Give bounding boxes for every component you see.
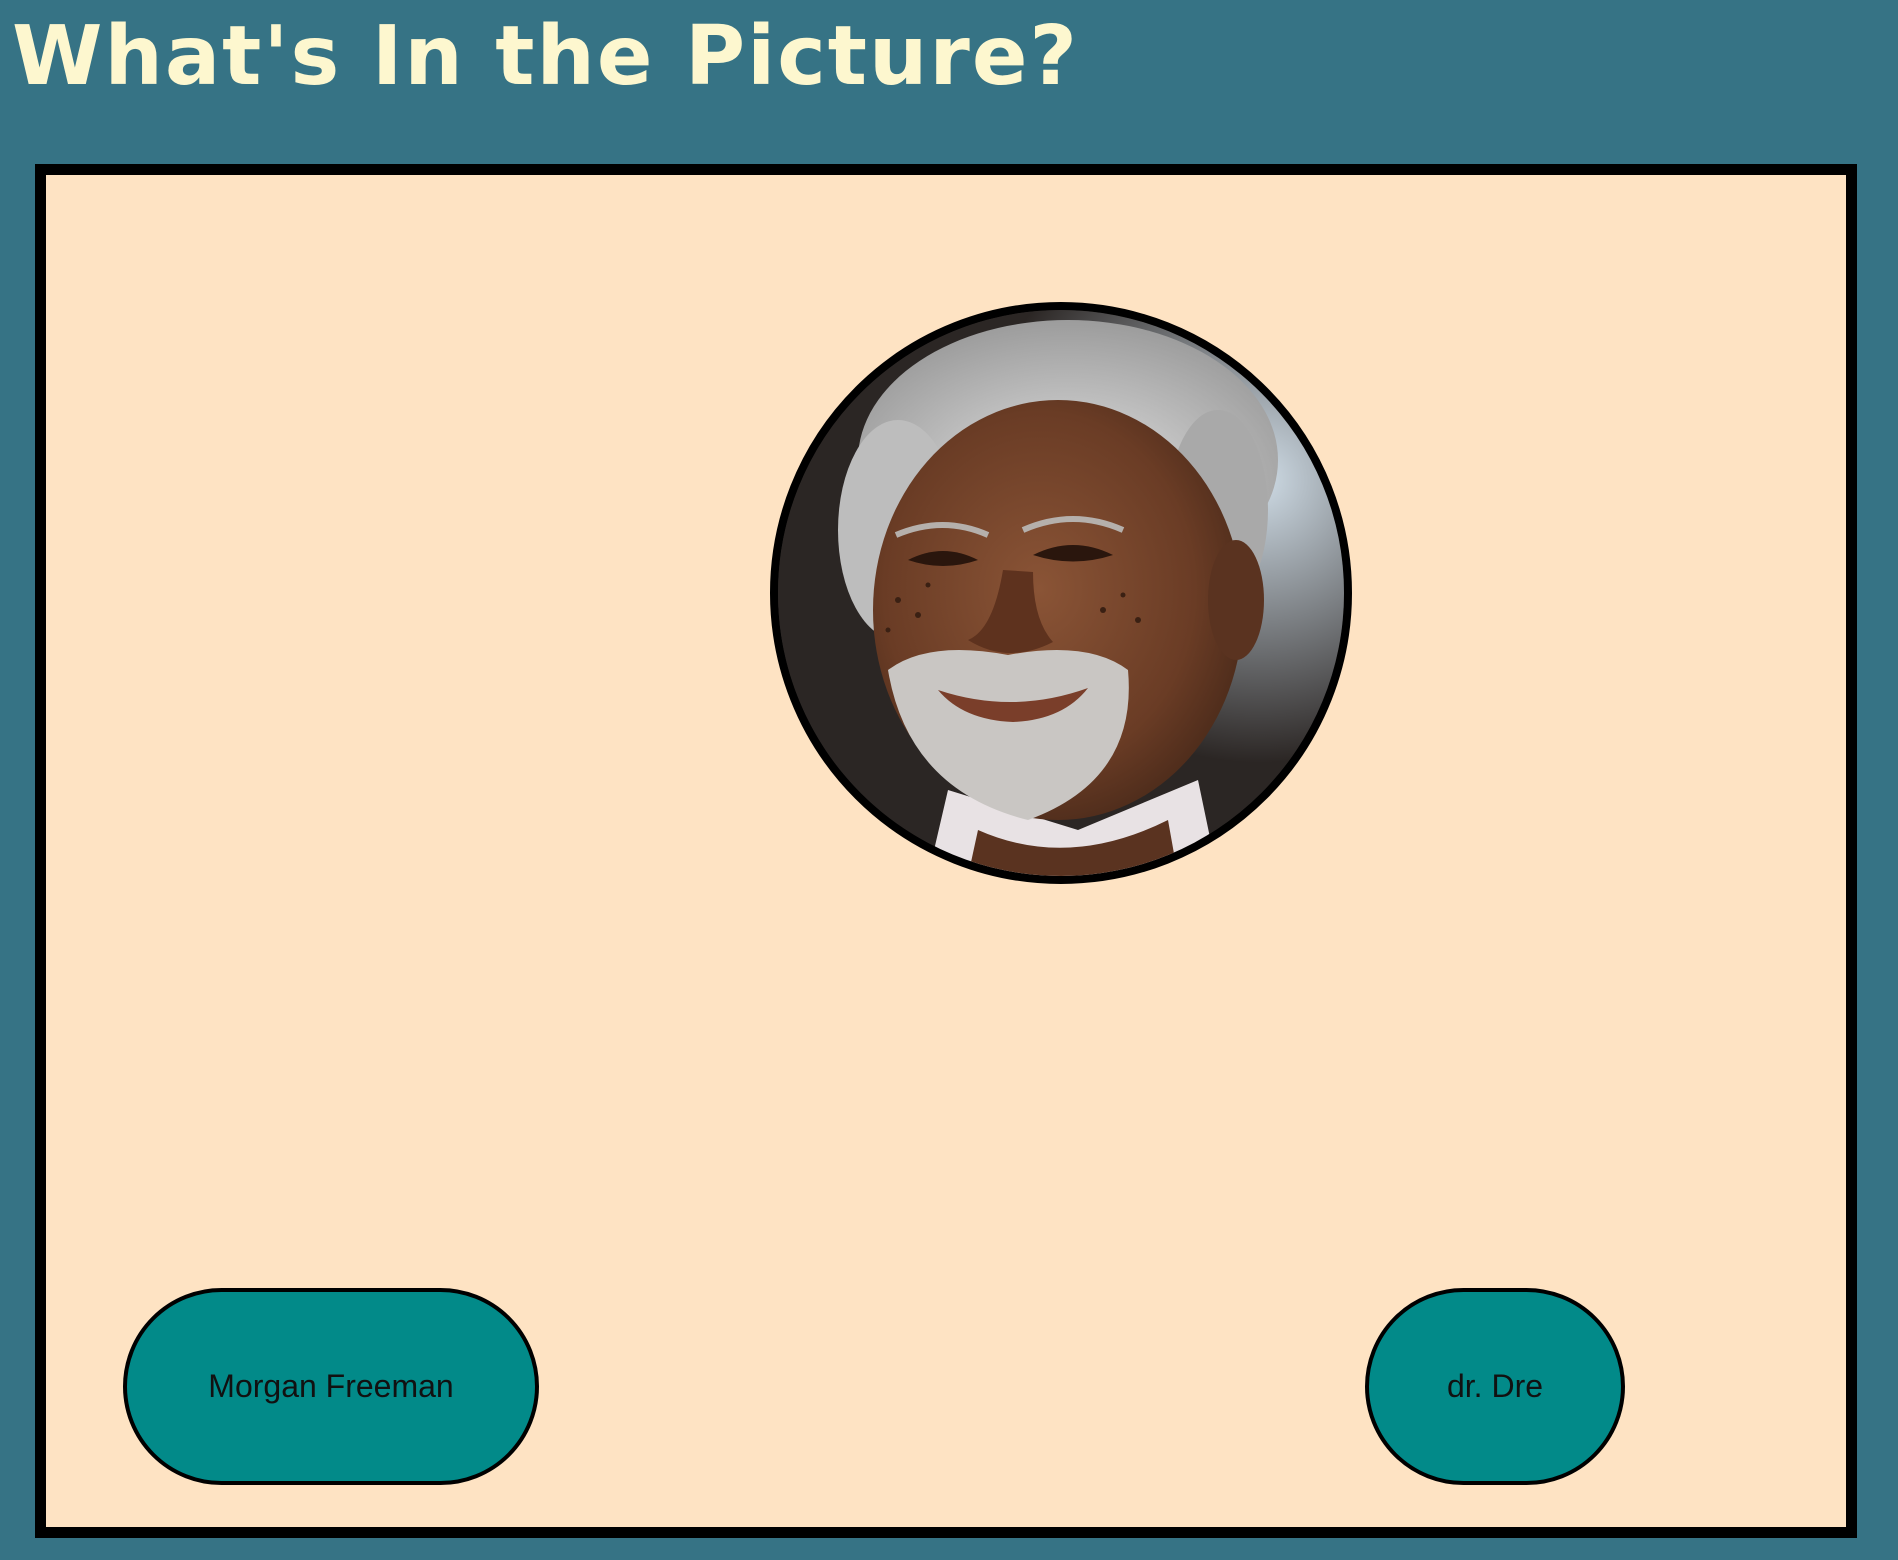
quiz-board: Morgan Freeman dr. Dre bbox=[35, 164, 1857, 1538]
page-title: What's In the Picture? bbox=[12, 9, 1079, 104]
quiz-portrait-photo bbox=[770, 302, 1352, 884]
portrait-photo-icon bbox=[778, 310, 1344, 876]
answer-button-dr-dre[interactable]: dr. Dre bbox=[1365, 1288, 1625, 1485]
answer-button-morgan-freeman[interactable]: Morgan Freeman bbox=[123, 1288, 539, 1485]
